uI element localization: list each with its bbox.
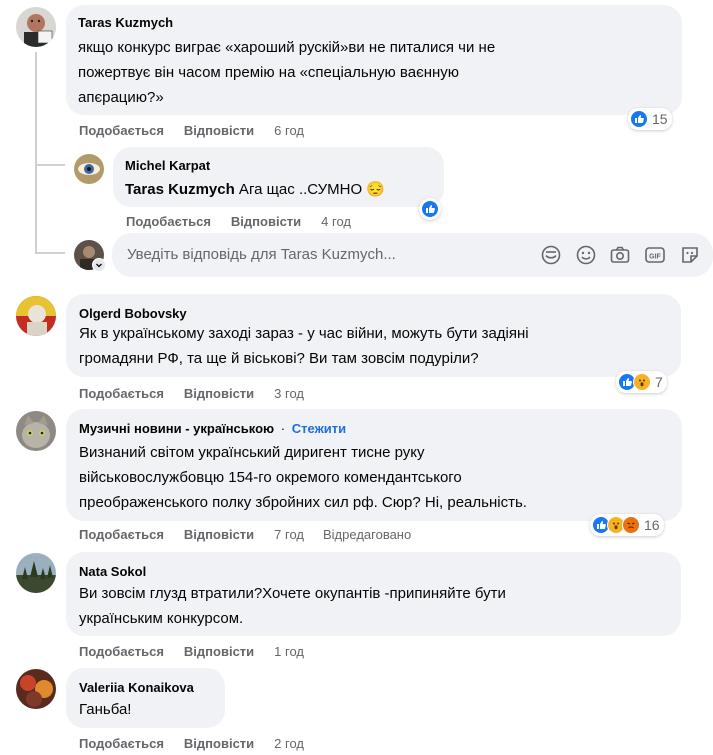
svg-text:GIF: GIF: [649, 254, 661, 261]
timestamp[interactable]: 3 год: [274, 386, 304, 401]
comment-actions: Подобається Відповісти 7 год Відредагова…: [79, 525, 411, 543]
comment-bubble: Valeriia Konaikova Ганьба!: [66, 668, 225, 728]
thread-line: [35, 52, 37, 252]
comment-actions: Подобається Відповісти 2 год: [79, 734, 304, 752]
reply-button[interactable]: Відповісти: [231, 214, 301, 229]
comment-author[interactable]: Valeriia Konaikova: [79, 680, 194, 695]
comment-text-line: якщо конкурс виграє «хароший рускій»ви н…: [78, 39, 496, 56]
avatar-taras-kuzmych[interactable]: [16, 7, 56, 47]
reply-input[interactable]: Уведіть відповідь для Taras Kuzmych...: [127, 246, 396, 263]
like-reaction-icon: [421, 200, 439, 218]
reply-text-body: Ага щас ..СУМНО: [234, 181, 367, 198]
comment-text-line: Ганьба!: [79, 701, 132, 718]
avatar-nata-sokol[interactable]: [16, 553, 56, 593]
avatar-olgerd-bobovsky[interactable]: [16, 296, 56, 336]
comment-text: якщо конкурс виграє «хароший рускій»ви н…: [78, 35, 495, 110]
reply-input-box[interactable]: Уведіть відповідь для Taras Kuzmych... G…: [112, 233, 713, 277]
timestamp[interactable]: 2 год: [274, 736, 304, 751]
comment-text: Як в українському заході зараз - у час в…: [79, 321, 529, 371]
comment-text-line: Визнаний світом український диригент тис…: [79, 444, 425, 461]
like-button[interactable]: Подобається: [126, 214, 211, 229]
reaction-count: 15: [652, 111, 668, 127]
comment-text-line: преображенського полку збройних сил рф. …: [79, 494, 527, 511]
reactions-summary[interactable]: 7: [616, 371, 667, 393]
reply-button[interactable]: Відповісти: [184, 736, 254, 751]
emoji-icon[interactable]: [575, 244, 597, 271]
like-button[interactable]: Подобається: [79, 736, 164, 751]
comment-text-line: Ви зовсім глузд втратили?Хочете окупанті…: [79, 585, 506, 602]
angry-reaction-icon: [622, 516, 640, 534]
comment-text-line: апєрацию?»: [78, 89, 164, 106]
reply-button[interactable]: Відповісти: [184, 644, 254, 659]
edited-label[interactable]: Відредаговано: [323, 527, 411, 542]
like-button[interactable]: Подобається: [79, 386, 164, 401]
reply-bubble: Michel Karpat Taras Kuzmych Ага щас ..СУ…: [113, 147, 444, 207]
like-reaction-icon: [630, 110, 648, 128]
comment-bubble: Nata Sokol Ви зовсім глузд втратили?Хоче…: [66, 552, 681, 636]
timestamp[interactable]: 1 год: [274, 644, 304, 659]
comment-actions: Подобається Відповісти 3 год: [79, 384, 304, 402]
sticker-face-icon[interactable]: [540, 244, 562, 271]
timestamp[interactable]: 4 год: [321, 214, 351, 229]
comment-actions: Подобається Відповісти 6 год: [79, 121, 304, 139]
avatar-valeriia-konaikova[interactable]: [16, 669, 56, 709]
reply-actions: Подобається Відповісти 4 год: [126, 212, 351, 230]
reply-reactions-summary[interactable]: [419, 198, 441, 220]
comment-text: Ганьба!: [79, 697, 131, 722]
comment-text-line: громадяни РФ, та ще й віськові? Ви там з…: [79, 350, 479, 367]
like-button[interactable]: Подобається: [79, 644, 164, 659]
mention-link[interactable]: Taras Kuzmych: [125, 181, 235, 198]
reactions-summary[interactable]: 16: [590, 514, 664, 536]
gif-icon[interactable]: GIF: [644, 244, 666, 271]
camera-icon[interactable]: [609, 244, 631, 271]
reply-button[interactable]: Відповісти: [184, 123, 254, 138]
comment-text: Визнаний світом український диригент тис…: [79, 440, 527, 515]
thread-branch: [35, 252, 65, 254]
wow-reaction-icon: [633, 373, 651, 391]
comment-text-line: військовослужбовцю 154-го окремого комен…: [79, 469, 462, 486]
avatar-status-chevron-icon[interactable]: [92, 258, 106, 272]
timestamp[interactable]: 6 год: [274, 123, 304, 138]
like-button[interactable]: Подобається: [79, 527, 164, 542]
comment-bubble: Taras Kuzmych якщо конкурс виграє «харош…: [66, 5, 682, 115]
separator-dot: ·: [280, 421, 286, 436]
pensive-emoji: 😔: [366, 181, 385, 198]
comment-author[interactable]: Музичні новини - українською: [79, 421, 274, 436]
avatar-michel-karpat[interactable]: [74, 154, 104, 184]
like-button[interactable]: Подобається: [79, 123, 164, 138]
sticker-icon[interactable]: [679, 244, 701, 271]
thread-branch: [35, 164, 65, 166]
comment-text-line: українським конкурсом.: [79, 610, 244, 627]
comment-author[interactable]: Taras Kuzmych: [78, 15, 173, 30]
comment-text-line: пожертвує він часом премію на «спеціальн…: [78, 64, 460, 81]
comment-author[interactable]: Olgerd Bobovsky: [79, 306, 187, 321]
reply-button[interactable]: Відповісти: [184, 527, 254, 542]
reply-author[interactable]: Michel Karpat: [125, 158, 210, 173]
comment-author[interactable]: Nata Sokol: [79, 564, 146, 579]
comment-text-line: Як в українському заході зараз - у час в…: [79, 325, 529, 342]
follow-button[interactable]: Стежити: [292, 421, 346, 436]
reaction-count: 7: [655, 374, 663, 390]
reply-text: Taras Kuzmych Ага щас ..СУМНО 😔: [125, 177, 385, 202]
timestamp[interactable]: 7 год: [274, 527, 304, 542]
avatar-muzychni-novyny[interactable]: [16, 411, 56, 451]
comment-actions: Подобається Відповісти 1 год: [79, 642, 304, 660]
reply-button[interactable]: Відповісти: [184, 386, 254, 401]
comment-header: Музичні новини - українською · Стежити: [79, 421, 346, 436]
comment-bubble: Музичні новини - українською · Стежити В…: [66, 409, 682, 521]
reactions-summary[interactable]: 15: [628, 108, 672, 130]
comment-bubble: Olgerd Bobovsky Як в українському заході…: [66, 294, 681, 377]
comment-text: Ви зовсім глузд втратили?Хочете окупанті…: [79, 581, 506, 631]
reaction-count: 16: [644, 517, 660, 533]
